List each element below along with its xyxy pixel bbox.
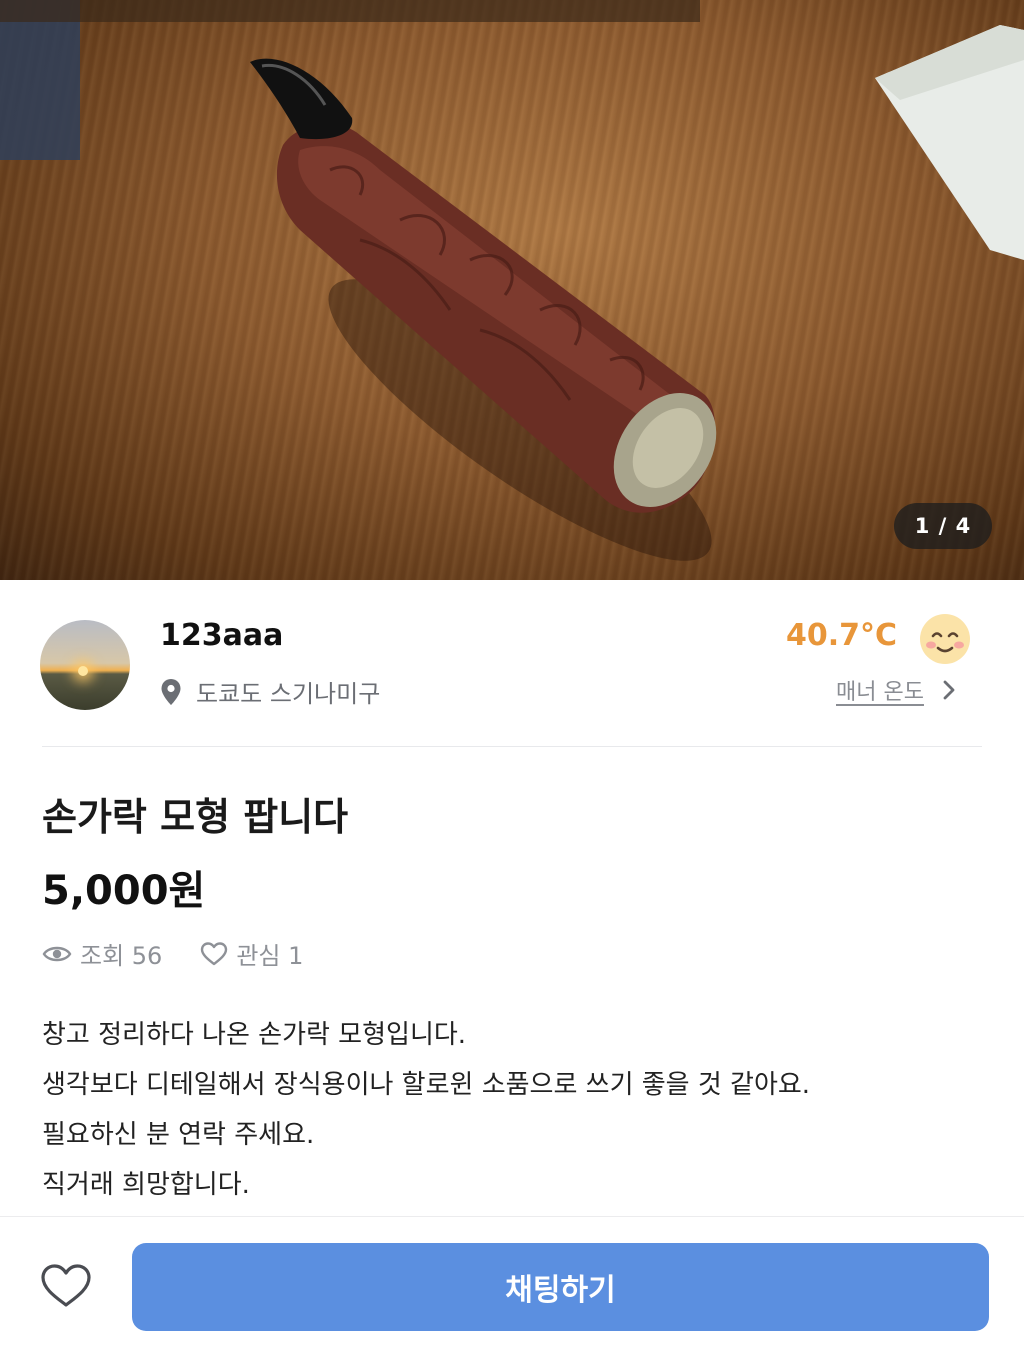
description-line: 생각보다 디테일해서 장식용이나 할로윈 소품으로 쓰기 좋을 것 같아요. xyxy=(42,1070,811,1100)
manner-temperature: 40.7°C xyxy=(786,618,898,653)
manner-temperature-link[interactable]: 매너 온도 xyxy=(836,674,956,706)
item-price: 5,000원 xyxy=(42,868,206,914)
item-title: 손가락 모형 팝니다 xyxy=(42,795,349,839)
finger-model-image xyxy=(0,0,1024,561)
heart-outline-icon xyxy=(201,941,228,965)
manner-label[interactable]: 매너 온도 xyxy=(836,674,924,706)
views-count: 조회 56 xyxy=(80,942,163,970)
product-photo[interactable]: 1 / 4 xyxy=(0,0,1024,580)
description-line: 필요하신 분 연락 주세요. xyxy=(42,1120,315,1150)
views-stat: 조회 56 xyxy=(42,936,162,971)
section-divider xyxy=(42,746,982,747)
description-line: 창고 정리하다 나온 손가락 모형입니다. xyxy=(42,1020,467,1050)
smiley-face-icon xyxy=(920,614,970,664)
description-line: 직거래 희망합니다. xyxy=(42,1170,250,1200)
eye-icon xyxy=(42,946,72,961)
location-pin-icon xyxy=(161,678,181,705)
seller-avatar[interactable] xyxy=(40,620,130,710)
likes-count: 관심 1 xyxy=(236,942,304,970)
heart-outline-icon[interactable] xyxy=(40,1263,92,1309)
seller-location: 도쿄도 스기나미구 xyxy=(160,674,380,709)
chat-button[interactable]: 채팅하기 xyxy=(132,1243,989,1331)
like-button[interactable] xyxy=(40,1262,92,1310)
item-stats: 조회 56 관심 1 xyxy=(42,936,341,971)
image-counter: 1 / 4 xyxy=(894,503,992,549)
seller-name[interactable]: 123aaa xyxy=(160,618,283,653)
likes-stat: 관심 1 xyxy=(200,936,303,971)
chevron-right-icon[interactable] xyxy=(942,679,956,701)
item-description: 창고 정리하다 나온 손가락 모형입니다. 생각보다 디테일해서 장식용이나 할… xyxy=(42,1010,810,1210)
location-text: 도쿄도 스기나미구 xyxy=(196,680,381,708)
bottom-bar-divider xyxy=(0,1216,1024,1217)
